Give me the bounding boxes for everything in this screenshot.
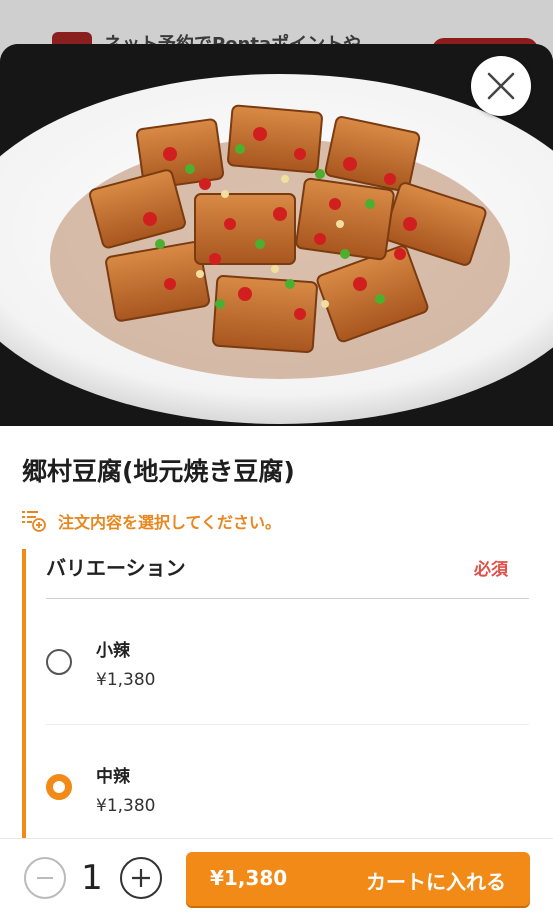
list-add-icon bbox=[22, 511, 46, 532]
cart-price: ¥1,380 bbox=[210, 866, 288, 890]
variation-title: バリエーション bbox=[46, 556, 186, 580]
option-radio-selected[interactable] bbox=[46, 774, 72, 800]
item-detail-modal: 郷村豆腐(地元焼き豆腐) 注文内容を選択してください。 バリエーション 必須 小… bbox=[0, 44, 553, 918]
order-bar: 1 ¥1,380 カートに入れる bbox=[0, 838, 553, 919]
minus-icon bbox=[37, 877, 53, 879]
option-radio[interactable] bbox=[46, 649, 72, 675]
option-name: 中辣 bbox=[96, 767, 130, 787]
dish-photo bbox=[0, 44, 553, 426]
dish-title: 郷村豆腐(地元焼き豆腐) bbox=[22, 457, 295, 486]
option-price: ¥1,380 bbox=[96, 670, 156, 690]
increment-button[interactable] bbox=[120, 857, 162, 899]
section-accent-bar bbox=[22, 549, 26, 879]
close-icon bbox=[487, 72, 515, 100]
quantity-value: 1 bbox=[81, 858, 103, 898]
hint-text: 注文内容を選択してください。 bbox=[58, 513, 282, 532]
selection-hint: 注文内容を選択してください。 bbox=[22, 509, 281, 533]
plus-icon bbox=[132, 869, 150, 887]
decrement-button[interactable] bbox=[24, 857, 66, 899]
cart-label: カートに入れる bbox=[366, 870, 506, 894]
option-price: ¥1,380 bbox=[96, 796, 156, 816]
option-name: 小辣 bbox=[96, 641, 130, 661]
section-divider bbox=[46, 598, 529, 599]
option-small-spicy[interactable]: 小辣 ¥1,380 bbox=[46, 618, 529, 728]
add-to-cart-button[interactable]: ¥1,380 カートに入れる bbox=[186, 852, 530, 906]
option-divider bbox=[46, 724, 529, 725]
close-button[interactable] bbox=[471, 56, 531, 116]
dish-photo-illustration bbox=[0, 44, 553, 426]
required-badge: 必須 bbox=[474, 560, 508, 580]
